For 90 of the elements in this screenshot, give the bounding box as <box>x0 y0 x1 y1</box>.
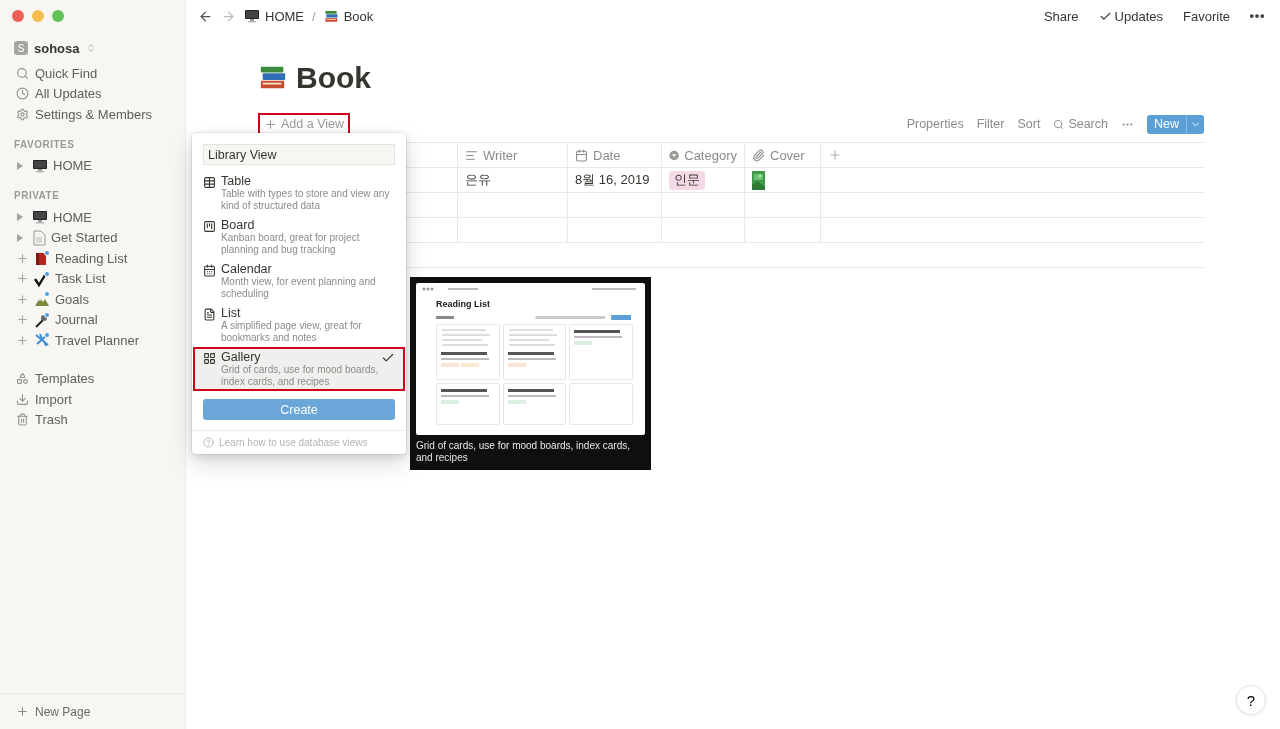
sidebar-item[interactable]: Travel Planner <box>55 332 140 348</box>
sidebar-item[interactable]: Task List <box>55 271 106 287</box>
microphone-icon <box>34 311 50 328</box>
sidebar-item[interactable]: All Updates <box>35 86 102 102</box>
clock-icon <box>16 87 29 101</box>
help-button[interactable]: ? <box>1236 685 1266 715</box>
board-icon <box>203 220 216 233</box>
breadcrumb-separator: / <box>312 8 316 24</box>
sidebar-item[interactable]: Templates <box>35 371 95 387</box>
expand-triangle-icon[interactable] <box>16 213 24 222</box>
sidebar-item[interactable]: Quick Find <box>35 65 98 81</box>
category-tag: 인문 <box>669 170 705 190</box>
view-option[interactable]: Calendar Month view, for event planning and scheduling <box>193 259 405 303</box>
monitor-icon <box>32 209 48 226</box>
plus-icon[interactable] <box>16 292 29 306</box>
view-option[interactable]: Board Kanban board, great for project planning and bug tracking <box>193 215 405 259</box>
column-header[interactable]: Date <box>593 147 621 163</box>
new-page-link[interactable]: New Page <box>35 704 91 719</box>
view-option[interactable]: Table Table with types to store and view any kind of structured data <box>193 171 405 215</box>
topbar-action[interactable]: Share <box>1043 8 1079 24</box>
forward-arrow-icon[interactable] <box>221 8 236 24</box>
gallery-icon <box>203 352 216 365</box>
shapes-icon <box>16 372 29 386</box>
breadcrumb[interactable]: HOME <box>265 8 304 24</box>
search-icon <box>1053 118 1065 130</box>
sidebar-item[interactable]: HOME <box>53 209 92 225</box>
paperclip-icon <box>752 148 765 162</box>
checkmark-icon <box>34 270 50 287</box>
page-title: Book <box>296 61 371 95</box>
sidebar-item[interactable]: HOME <box>53 158 92 174</box>
plus-icon[interactable] <box>16 333 29 347</box>
maximize-window-button[interactable] <box>52 10 64 22</box>
table-icon <box>203 176 216 189</box>
toolbar-item[interactable]: Properties <box>906 117 964 131</box>
add-column-icon[interactable] <box>828 148 842 162</box>
sidebar-item[interactable]: Reading List <box>55 250 128 266</box>
sidebar-item[interactable]: Get Started <box>51 230 118 246</box>
settings-icon <box>16 107 29 121</box>
column-header[interactable]: Writer <box>483 147 518 163</box>
monitor-icon <box>244 8 260 24</box>
sidebar-item[interactable]: Settings & Members <box>35 106 153 122</box>
topbar-action[interactable]: Updates <box>1114 8 1164 24</box>
plus-icon[interactable] <box>16 313 29 327</box>
close-window-button[interactable] <box>12 10 24 22</box>
section-title: PRIVATE <box>13 190 61 201</box>
check-icon <box>381 351 395 365</box>
sidebar-item[interactable]: Journal <box>55 312 98 328</box>
back-arrow-icon[interactable] <box>198 8 213 24</box>
column-header[interactable]: Cover <box>770 147 805 163</box>
sidebar-item[interactable]: Trash <box>35 412 68 428</box>
section-title: FAVORITES <box>13 138 76 150</box>
trash-icon <box>16 413 29 427</box>
expand-triangle-icon[interactable] <box>16 233 24 242</box>
book-icon <box>34 250 50 267</box>
toolbar-item[interactable]: Search <box>1068 117 1108 131</box>
plus-icon[interactable] <box>16 272 29 286</box>
help-icon <box>203 437 214 448</box>
search-icon <box>16 66 29 80</box>
expand-triangle-icon[interactable] <box>16 161 24 170</box>
view-name-input[interactable]: Library View <box>203 144 395 165</box>
monitor-icon <box>32 157 48 174</box>
workspace-name[interactable]: sohosa <box>34 40 80 56</box>
calendar-icon <box>575 148 588 162</box>
plus-icon <box>16 705 29 718</box>
lines-icon <box>465 148 478 162</box>
view-option[interactable]: List A simplified page view, great for bookmarks and notes <box>193 303 405 347</box>
minimize-window-button[interactable] <box>32 10 44 22</box>
plus-icon[interactable] <box>16 251 29 265</box>
airplane-icon <box>34 332 50 349</box>
column-header[interactable]: Category <box>684 147 737 163</box>
sidebar-item[interactable]: Import <box>35 391 72 407</box>
topbar-action[interactable]: Favorite <box>1183 8 1230 24</box>
download-icon <box>16 392 29 406</box>
sidebar-item[interactable]: Goals <box>55 291 89 307</box>
table-cell: 은유 <box>465 171 491 189</box>
books-icon <box>323 8 339 24</box>
table-cell: 8월 16, 2019 <box>575 171 650 189</box>
toolbar-item[interactable]: Sort <box>1017 117 1041 131</box>
dropdown-circle-icon <box>669 148 680 162</box>
view-option[interactable]: Gallery Grid of cards, use for mood boards, index cards, and recipes <box>193 347 405 391</box>
preview-page-title: Reading List <box>436 299 490 309</box>
toolbar-item[interactable]: Filter <box>976 117 1005 131</box>
plus-icon <box>264 117 277 131</box>
calendar-icon <box>203 264 216 277</box>
document-icon <box>32 229 46 246</box>
mountain-icon <box>34 291 50 308</box>
tooltip-caption: Grid of cards, use for mood boards, index cards, and recipes <box>416 440 631 464</box>
chevron-updown-icon[interactable] <box>85 43 96 53</box>
breadcrumb[interactable]: Book <box>343 8 374 24</box>
list-icon <box>203 308 216 321</box>
